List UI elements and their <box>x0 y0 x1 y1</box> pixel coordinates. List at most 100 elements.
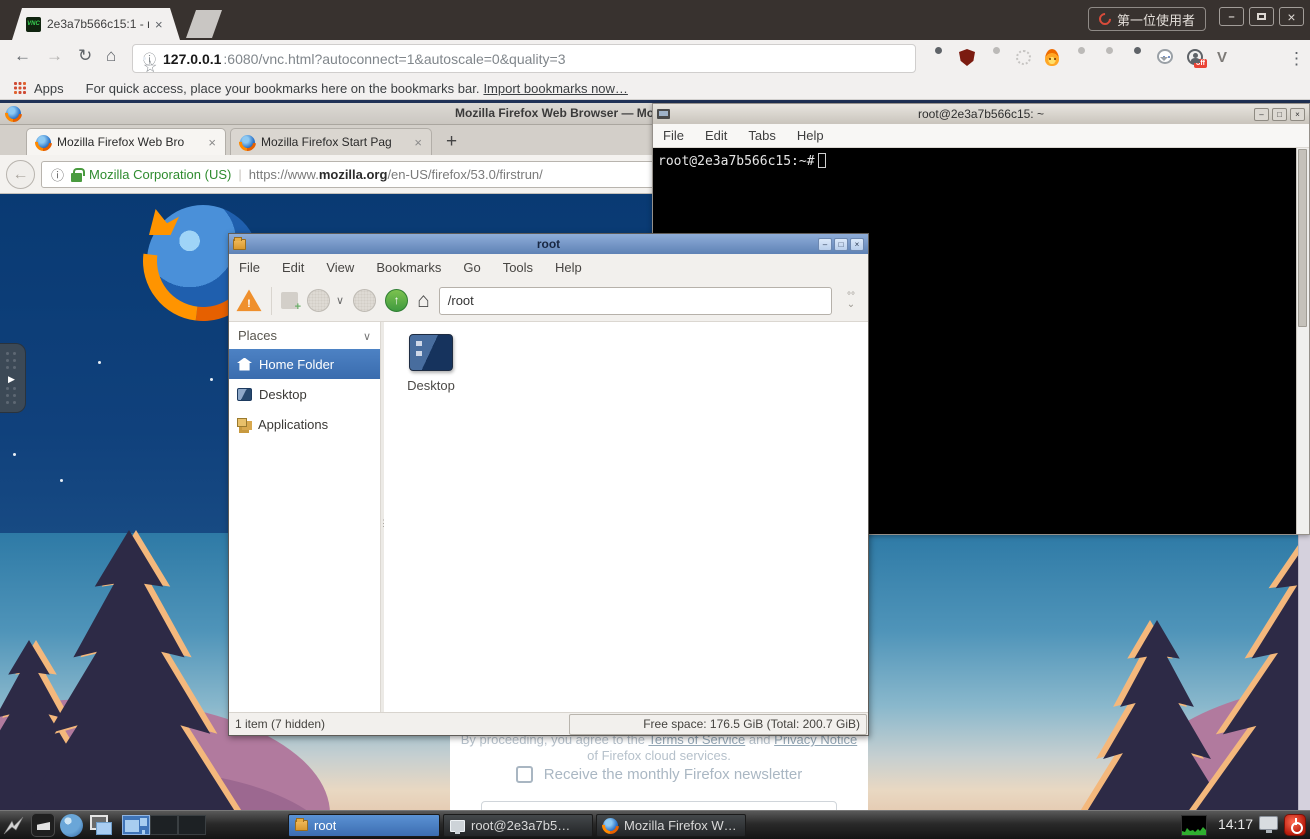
extension-puzzle-gray-icon[interactable] <box>988 49 1006 67</box>
tab-label: Mozilla Firefox Start Pag <box>261 135 408 149</box>
workspace-pager[interactable] <box>122 815 206 835</box>
apps-grid-icon[interactable] <box>14 82 26 94</box>
sidebar-item-desktop[interactable]: Desktop <box>229 379 380 409</box>
maximize-button[interactable] <box>1249 7 1274 26</box>
terminal-scrollbar[interactable] <box>1296 148 1309 534</box>
close-button[interactable] <box>1279 7 1304 26</box>
home-folder-icon[interactable] <box>417 290 430 311</box>
home-icon[interactable] <box>106 46 116 66</box>
power-logout-icon[interactable] <box>1284 814 1306 836</box>
places-sidebar: Places Home Folder Desktop Applications <box>229 322 381 714</box>
url-path: /en-US/firefox/53.0/firstrun/ <box>387 167 542 182</box>
history-chevron-icon[interactable] <box>336 294 344 307</box>
tree-big-left <box>22 530 236 813</box>
chrome-new-tab-button[interactable] <box>186 10 222 38</box>
menu-tabs[interactable]: Tabs <box>748 128 775 143</box>
taskbar-button-terminal[interactable]: root@2e3a7b5… <box>443 814 593 837</box>
page-info-icon[interactable] <box>51 165 64 184</box>
forward-nav-icon[interactable] <box>353 289 376 312</box>
menu-file[interactable]: File <box>663 128 684 143</box>
lxde-menu-icon[interactable] <box>2 813 26 837</box>
menu-bookmarks[interactable]: Bookmarks <box>376 260 441 275</box>
toolbar-separator <box>271 287 272 315</box>
sidebar-item-label: Home Folder <box>259 357 334 372</box>
taskbar-button-file-manager[interactable]: root <box>288 814 440 837</box>
file-item-desktop[interactable]: Desktop <box>398 334 464 393</box>
menu-file[interactable]: File <box>239 260 260 275</box>
home-icon <box>237 358 252 371</box>
minimize-button[interactable] <box>1254 108 1269 121</box>
menu-help[interactable]: Help <box>555 260 582 275</box>
kebab-menu-icon[interactable] <box>1288 49 1306 67</box>
menu-tools[interactable]: Tools <box>503 260 533 275</box>
file-list-area[interactable]: Desktop <box>384 322 868 714</box>
omnibox[interactable]: 127.0.0.1 :6080/vnc.html?autoconnect=1&a… <box>132 44 916 73</box>
maximize-button[interactable] <box>834 238 848 251</box>
menu-edit[interactable]: Edit <box>705 128 727 143</box>
chrome-profile-badge[interactable]: 第一位使用者 <box>1088 7 1206 31</box>
tab-close-icon[interactable] <box>155 18 163 31</box>
workspace-1-active[interactable] <box>122 815 150 835</box>
firefox-back-button[interactable] <box>6 160 35 189</box>
firefox-tab-inactive[interactable]: Mozilla Firefox Start Pag <box>230 128 432 155</box>
window-stack-icon[interactable] <box>88 813 112 837</box>
chat-bubble-icon[interactable] <box>1157 49 1173 64</box>
extension-puzzle-dark-icon[interactable] <box>930 49 948 67</box>
web-browser-icon[interactable] <box>60 814 83 837</box>
applications-icon <box>237 418 251 431</box>
ev-identity-label[interactable]: Mozilla Corporation (US) <box>89 167 231 182</box>
places-header[interactable]: Places <box>229 322 380 349</box>
newsletter-checkbox[interactable] <box>516 766 533 783</box>
atom-grid-icon[interactable] <box>1016 50 1031 65</box>
screensaver-icon[interactable] <box>1259 816 1278 830</box>
file-manager-statusbar: 1 item (7 hidden) Free space: 176.5 GiB … <box>229 712 868 735</box>
menu-view[interactable]: View <box>326 260 354 275</box>
workspace-3[interactable] <box>178 815 206 835</box>
import-bookmarks-link[interactable]: Import bookmarks now… <box>483 81 628 96</box>
cpu-monitor-graph[interactable] <box>1181 815 1207 836</box>
extension-puzzle-dark-icon[interactable] <box>1129 49 1147 67</box>
tab-close-icon[interactable] <box>414 135 422 150</box>
desktop-icon <box>237 388 252 401</box>
workspace-2[interactable] <box>150 815 178 835</box>
back-icon[interactable] <box>14 46 31 66</box>
profile-off-icon[interactable]: off <box>1187 49 1203 65</box>
minimize-button[interactable] <box>818 238 832 251</box>
directory-tree-toggle-icon[interactable]: °°⌄ <box>841 293 861 309</box>
apps-label[interactable]: Apps <box>34 81 64 96</box>
back-nav-icon[interactable] <box>307 289 330 312</box>
ublock-shield-icon[interactable] <box>959 49 975 66</box>
minimize-button[interactable] <box>1219 7 1244 26</box>
maximize-button[interactable] <box>1272 108 1287 121</box>
close-button[interactable] <box>1290 108 1305 121</box>
close-button[interactable] <box>850 238 864 251</box>
flame-icon[interactable] <box>1045 49 1059 66</box>
new-tab-plus-icon[interactable] <box>446 131 457 153</box>
menu-help[interactable]: Help <box>797 128 824 143</box>
sidebar-item-home-folder[interactable]: Home Folder <box>229 349 380 379</box>
firefox-tab-active[interactable]: Mozilla Firefox Web Bro <box>26 128 226 155</box>
path-field[interactable]: /root <box>439 287 832 315</box>
file-manager-titlebar[interactable]: root <box>229 234 868 254</box>
forward-icon[interactable] <box>46 46 63 66</box>
scrollbar-thumb[interactable] <box>1298 149 1307 327</box>
v-chevron-icon[interactable] <box>1217 49 1235 67</box>
new-tab-icon[interactable] <box>281 292 298 309</box>
menu-go[interactable]: Go <box>463 260 480 275</box>
tab-close-icon[interactable] <box>208 135 216 150</box>
novnc-control-handle[interactable] <box>0 343 26 413</box>
taskbar-button-firefox[interactable]: Mozilla Firefox W… <box>596 814 746 837</box>
chrome-tab[interactable]: VNC 2e3a7b566c15:1 - noVNC <box>12 8 180 40</box>
reload-icon[interactable] <box>78 46 92 66</box>
bookmark-star-icon[interactable] <box>143 57 146 60</box>
clock[interactable]: 14:17 <box>1218 816 1253 832</box>
terminal-titlebar[interactable]: root@2e3a7b566c15: ~ <box>653 104 1309 124</box>
up-folder-icon[interactable] <box>385 289 408 312</box>
extension-puzzle-gray-icon[interactable] <box>1101 49 1119 67</box>
expand-arrow-icon <box>8 374 15 385</box>
extension-puzzle-gray-icon[interactable] <box>1073 49 1091 67</box>
iconify-desktop-icon[interactable] <box>31 813 55 837</box>
sidebar-item-applications[interactable]: Applications <box>229 409 380 439</box>
menu-edit[interactable]: Edit <box>282 260 304 275</box>
warning-triangle-icon[interactable] <box>236 289 262 312</box>
